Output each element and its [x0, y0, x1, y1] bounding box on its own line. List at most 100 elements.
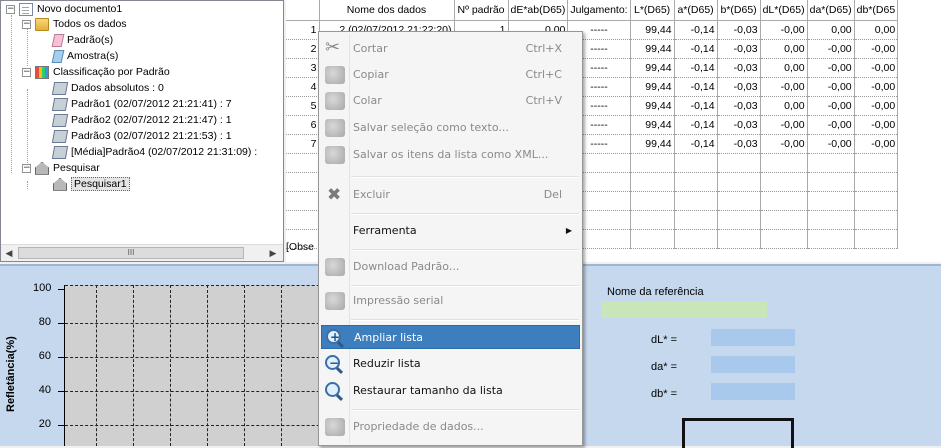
tree-node-samples[interactable]: Amostra(s): [51, 49, 118, 64]
table-cell[interactable]: [854, 172, 899, 192]
menu-item-copy[interactable]: Copiar Ctrl+C: [321, 63, 580, 87]
table-cell[interactable]: -0,00: [807, 115, 855, 135]
data-tree-panel[interactable]: − Novo documento1 − Todos os dados Padrão(…: [0, 0, 284, 262]
column-header[interactable]: db*(D65: [854, 0, 899, 21]
table-cell[interactable]: -0,14: [674, 134, 718, 154]
menu-item-zoom-in[interactable]: + Ampliar lista: [321, 325, 580, 349]
collapse-icon[interactable]: −: [6, 4, 15, 14]
column-header[interactable]: [286, 0, 320, 21]
table-cell[interactable]: -0,00: [760, 20, 808, 40]
table-cell[interactable]: [854, 229, 899, 249]
table-cell[interactable]: [630, 191, 675, 211]
table-cell[interactable]: -0,00: [854, 39, 899, 59]
table-cell[interactable]: [674, 210, 718, 230]
table-cell[interactable]: -0,00: [760, 134, 808, 154]
table-cell[interactable]: [630, 210, 675, 230]
table-cell[interactable]: [717, 191, 761, 211]
table-cell[interactable]: [854, 210, 899, 230]
column-header[interactable]: da*(D65): [807, 0, 855, 21]
menu-item-save-xml[interactable]: Salvar os itens da lista como XML...: [321, 143, 580, 167]
menu-item-save-selection[interactable]: Salvar seleção como texto...: [321, 116, 580, 140]
table-cell[interactable]: -0,14: [674, 115, 718, 135]
tree-node-standards[interactable]: Padrão(s): [51, 33, 113, 48]
column-header[interactable]: dE*ab(D65): [508, 0, 569, 21]
table-cell[interactable]: -0,00: [854, 134, 899, 154]
column-header[interactable]: b*(D65): [717, 0, 761, 21]
table-cell[interactable]: -0,00: [807, 96, 855, 116]
table-cell[interactable]: -0,00: [807, 58, 855, 78]
table-cell[interactable]: [674, 229, 718, 249]
table-cell[interactable]: 99,44: [630, 96, 675, 116]
table-cell[interactable]: 0,00: [807, 20, 855, 40]
table-cell[interactable]: -0,00: [854, 96, 899, 116]
table-cell[interactable]: 0,00: [760, 58, 808, 78]
table-cell[interactable]: [807, 172, 855, 192]
table-cell[interactable]: -0,14: [674, 77, 718, 97]
table-cell[interactable]: [717, 210, 761, 230]
table-cell[interactable]: 99,44: [630, 115, 675, 135]
scroll-right-icon[interactable]: ▶: [265, 245, 281, 261]
table-cell[interactable]: -0,03: [717, 77, 761, 97]
table-cell[interactable]: 99,44: [630, 39, 675, 59]
table-cell[interactable]: [807, 191, 855, 211]
tree-horizontal-scrollbar[interactable]: ◀ III ▶: [1, 244, 283, 261]
menu-item-paste[interactable]: Colar Ctrl+V: [321, 89, 580, 113]
table-cell[interactable]: [717, 229, 761, 249]
table-cell[interactable]: 99,44: [630, 58, 675, 78]
collapse-icon[interactable]: −: [22, 19, 31, 29]
tree-node-padrao1[interactable]: Padrão1 (02/07/2012 21:21:41) : 7: [51, 97, 232, 112]
table-cell[interactable]: -0,00: [760, 77, 808, 97]
menu-item-download[interactable]: Download Padrão...: [321, 255, 580, 279]
scroll-thumb[interactable]: III: [18, 247, 244, 259]
reference-name-field[interactable]: [601, 301, 767, 318]
table-cell[interactable]: [674, 172, 718, 192]
table-cell[interactable]: -0,00: [807, 39, 855, 59]
table-cell[interactable]: 0,00: [760, 39, 808, 59]
table-cell[interactable]: [760, 172, 808, 192]
table-cell[interactable]: -0,14: [674, 39, 718, 59]
table-cell[interactable]: -0,00: [854, 77, 899, 97]
column-header[interactable]: Nome dos dados: [319, 0, 455, 21]
table-cell[interactable]: -0,03: [717, 96, 761, 116]
menu-item-data-properties[interactable]: Propriedade de dados...: [321, 415, 580, 439]
collapse-icon[interactable]: −: [22, 163, 31, 173]
table-cell[interactable]: [717, 172, 761, 192]
menu-item-cut[interactable]: CortarCtrl+X: [321, 36, 580, 61]
table-cell[interactable]: -0,14: [674, 20, 718, 40]
tree-node-padrao3[interactable]: Padrão3 (02/07/2012 21:21:53) : 1: [51, 129, 232, 144]
table-cell[interactable]: [717, 153, 761, 173]
table-cell[interactable]: -0,00: [854, 58, 899, 78]
column-header[interactable]: dL*(D65): [760, 0, 808, 21]
table-cell[interactable]: [630, 172, 675, 192]
tree-node-search[interactable]: − Pesquisar: [22, 161, 100, 176]
dl-value-field[interactable]: [711, 329, 795, 346]
table-cell[interactable]: -0,03: [717, 134, 761, 154]
tree-node-classification[interactable]: − Classificação por Padrão: [22, 65, 170, 80]
table-cell[interactable]: [854, 191, 899, 211]
table-cell[interactable]: -0,03: [717, 20, 761, 40]
table-cell[interactable]: [760, 210, 808, 230]
column-header[interactable]: L*(D65): [630, 0, 675, 21]
table-cell[interactable]: -0,03: [717, 58, 761, 78]
table-cell[interactable]: [674, 191, 718, 211]
table-cell[interactable]: -0,00: [807, 77, 855, 97]
table-cell[interactable]: [807, 210, 855, 230]
table-cell[interactable]: -0,00: [760, 115, 808, 135]
table-cell[interactable]: 0,00: [854, 20, 899, 40]
tree-node-all-data[interactable]: − Todos os dados: [22, 17, 127, 32]
table-cell[interactable]: -0,03: [717, 39, 761, 59]
menu-item-tool[interactable]: Ferramenta ▶: [321, 219, 580, 243]
table-cell[interactable]: 0,00: [760, 96, 808, 116]
table-cell[interactable]: 99,44: [630, 134, 675, 154]
column-header[interactable]: Nº padrão: [454, 0, 509, 21]
table-cell[interactable]: 99,44: [630, 20, 675, 40]
table-cell[interactable]: 99,44: [630, 77, 675, 97]
table-cell[interactable]: [760, 153, 808, 173]
table-cell[interactable]: [630, 153, 675, 173]
scroll-left-icon[interactable]: ◀: [1, 245, 17, 261]
table-cell[interactable]: -0,00: [807, 134, 855, 154]
table-cell[interactable]: -0,00: [854, 115, 899, 135]
table-cell[interactable]: [854, 153, 899, 173]
da-value-field[interactable]: [711, 356, 795, 373]
table-cell[interactable]: -0,14: [674, 96, 718, 116]
